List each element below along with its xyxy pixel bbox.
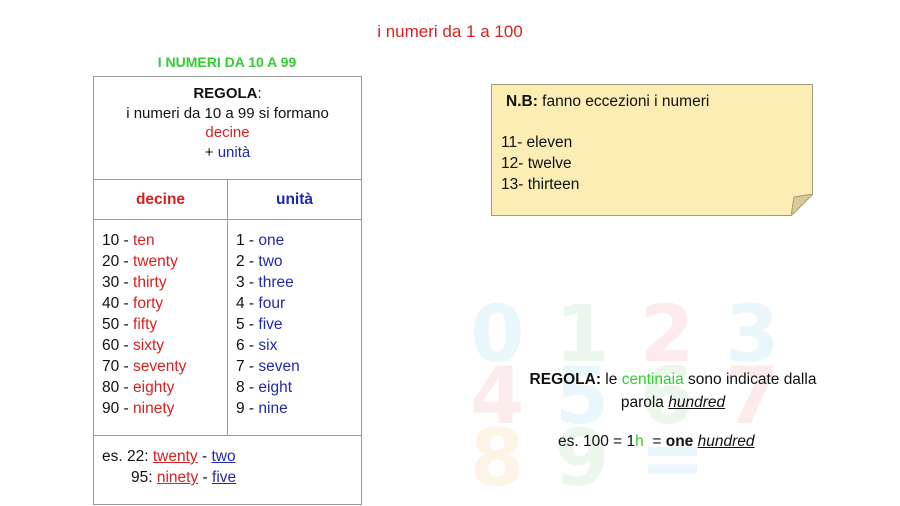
list-item: 8 - eight bbox=[236, 379, 293, 396]
rule-tens-word: decine bbox=[205, 124, 250, 141]
example-line-1: es. 22: twenty - two bbox=[102, 448, 236, 465]
list-item: 50 - fifty bbox=[102, 316, 158, 333]
list-item: 1 - one bbox=[236, 232, 285, 249]
folded-corner-icon bbox=[791, 194, 813, 216]
list-item: 2 - two bbox=[236, 253, 283, 270]
rule-plus: + bbox=[204, 143, 218, 161]
note-list: 11- eleven 12- twelve 13- thirteen bbox=[501, 132, 579, 195]
exception-note: N.B: fanno eccezioni i numeri 11- eleven… bbox=[491, 84, 813, 216]
rule-box: REGOLA: i numeri da 10 a 99 si formano d… bbox=[93, 76, 362, 180]
list-item: 7 - seven bbox=[236, 358, 300, 375]
list-item: 3 - three bbox=[236, 274, 294, 291]
tens-list: 10 - ten 20 - twenty 30 - thirty 40 - fo… bbox=[93, 219, 228, 436]
rule-colon: : bbox=[257, 85, 262, 102]
page-title: i numeri da 1 a 100 bbox=[377, 22, 523, 41]
hundred-example: es. 100 = 1h = one hundred bbox=[558, 433, 755, 450]
list-item: 80 - eighty bbox=[102, 379, 175, 396]
list-item: 6 - six bbox=[236, 337, 278, 354]
note-heading: N.B: fanno eccezioni i numeri bbox=[506, 93, 710, 110]
list-item: 70 - seventy bbox=[102, 358, 187, 375]
rule-line1: i numeri da 10 a 99 si formano bbox=[126, 104, 329, 122]
units-list: 1 - one 2 - two 3 - three 4 - four 5 - f… bbox=[227, 219, 362, 436]
hundred-rule: REGOLA: le centinaia sono indicate dalla… bbox=[480, 368, 866, 414]
list-item: 60 - sixty bbox=[102, 337, 165, 354]
rule-units-word: unità bbox=[217, 143, 251, 161]
numbers-table: REGOLA: i numeri da 10 a 99 si formano d… bbox=[93, 76, 362, 505]
list-item: 40 - forty bbox=[102, 295, 164, 312]
rule-label: REGOLA bbox=[193, 85, 258, 102]
list-item: 30 - thirty bbox=[102, 274, 167, 291]
header-tens: decine bbox=[93, 179, 228, 220]
list-item: 5 - five bbox=[236, 316, 283, 333]
section-subtitle: I NUMERI DA 10 A 99 bbox=[157, 54, 297, 70]
list-item: 20 - twenty bbox=[102, 253, 178, 270]
list-item: 11- eleven bbox=[501, 134, 573, 151]
example-line-2: 95: ninety - five bbox=[131, 469, 237, 486]
list-item: 9 - nine bbox=[236, 400, 288, 417]
hundred-rule-line1: REGOLA: le centinaia sono indicate dalla bbox=[529, 371, 817, 388]
list-item: 13- thirteen bbox=[501, 176, 580, 193]
hundred-rule-line2: parola hundred bbox=[620, 394, 726, 411]
example-box: es. 22: twenty - two 95: ninety - five bbox=[93, 435, 362, 505]
list-item: 90 - ninety bbox=[102, 400, 175, 417]
list-item: 4 - four bbox=[236, 295, 286, 312]
header-units: unità bbox=[227, 179, 362, 220]
list-item: 10 - ten bbox=[102, 232, 155, 249]
list-item: 12- twelve bbox=[501, 155, 572, 172]
